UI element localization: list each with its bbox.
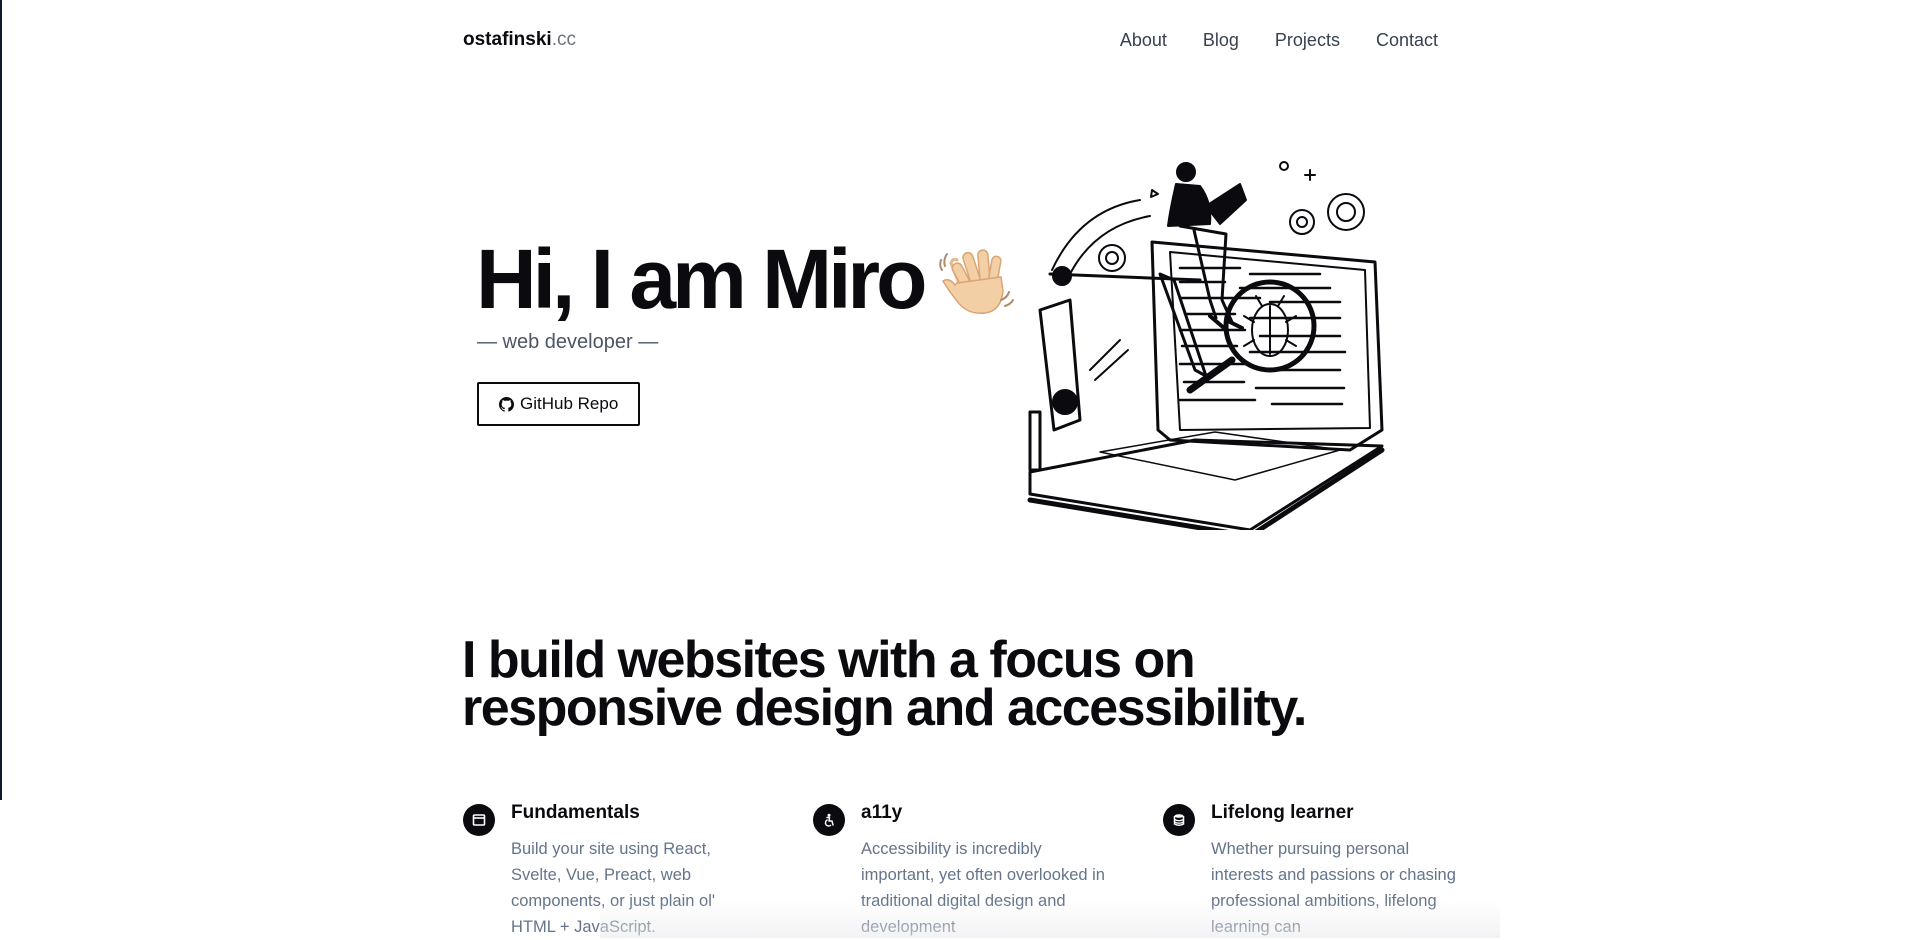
database-icon [1163, 804, 1195, 836]
brand-name: ostafinski [463, 29, 552, 50]
feature-text: Whether pursuing personal interests and … [1211, 840, 1456, 936]
window-edge [0, 0, 2, 800]
nav-link-projects[interactable]: Projects [1275, 30, 1340, 51]
feature-title: a11y [861, 802, 903, 823]
hero-title-text: Hi, I am Miro [476, 232, 927, 326]
waving-hand-icon [939, 248, 1015, 314]
brand-tld: .cc [551, 29, 576, 50]
github-icon [499, 396, 514, 412]
nav-link-contact[interactable]: Contact [1376, 30, 1438, 51]
feature-title: Fundamentals [511, 802, 640, 823]
brand-logo[interactable]: ostafinski.cc [463, 29, 576, 51]
nav-links: About Blog Projects Contact [1120, 30, 1438, 51]
feature-text: Build your site using React, Svelte, Vue… [511, 840, 716, 936]
nav-link-about[interactable]: About [1120, 30, 1167, 51]
accessibility-icon [813, 804, 845, 836]
github-repo-label: GitHub Repo [520, 394, 619, 413]
nav-link-blog[interactable]: Blog [1203, 30, 1239, 51]
developer-on-laptop-illustration [1027, 161, 1385, 530]
browser-window-icon [463, 804, 495, 836]
feature-title: Lifelong learner [1211, 802, 1354, 823]
tagline-heading: I build websites with a focus on respons… [462, 631, 1307, 737]
hero-subtitle: — web developer — [477, 331, 659, 353]
top-nav: ostafinski.cc About Blog Projects Contac… [463, 26, 1438, 54]
hero-title: Hi, I am Miro [476, 232, 1015, 327]
feature-text: Accessibility is incredibly important, y… [861, 840, 1105, 936]
github-repo-button[interactable]: GitHub Repo [477, 382, 641, 426]
